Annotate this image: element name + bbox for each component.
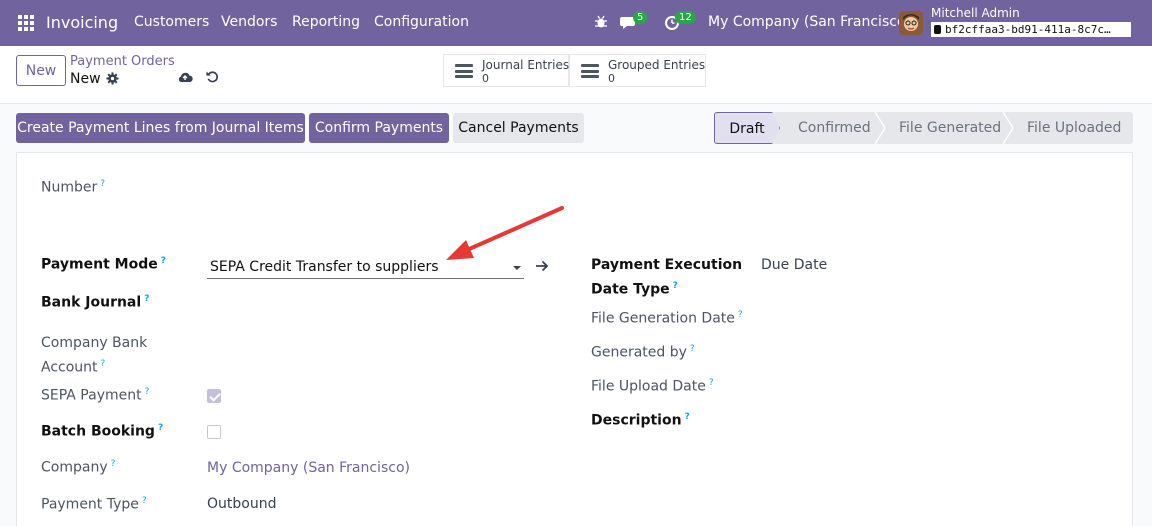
file-generation-date-label: File Generation Date? [591,310,743,327]
stage-separator [1002,112,1014,144]
chevron-down-icon[interactable] [513,266,521,270]
form-sheet: Number? Payment Mode? SEPA Credit Transf… [16,152,1133,526]
stage-draft[interactable]: Draft [714,112,780,144]
stage-confirmed[interactable]: Confirmed [798,112,871,144]
help-icon[interactable]: ? [101,359,106,369]
control-panel: New Payment Orders New Journal Entries 0… [0,46,1152,104]
grouped-entries-smart-button[interactable]: Grouped Entries 0 [569,54,706,87]
user-name[interactable]: Mitchell Admin [931,6,1020,20]
sepa-payment-label: SEPA Payment? [41,387,150,404]
stage-separator [874,112,886,144]
help-icon[interactable]: ? [145,387,150,397]
stage-file-uploaded[interactable]: File Uploaded [1027,112,1121,144]
database-name: bf2cffaa3-bd91-411a-8c7c… [931,22,1131,37]
smart-button-count: 0 [608,72,615,85]
payment-mode-label: Payment Mode? [41,256,166,273]
menu-customers[interactable]: Customers [134,14,209,30]
journal-entries-smart-button[interactable]: Journal Entries 0 [443,54,569,87]
smart-button-label: Grouped Entries [608,58,706,72]
apps-menu-icon[interactable] [18,15,34,31]
user-avatar[interactable] [899,11,923,35]
menu-vendors[interactable]: Vendors [221,14,277,30]
payment-type-label: Payment Type? [41,496,147,513]
payment-execution-date-type-value[interactable]: Due Date [761,257,827,273]
cancel-payments-button[interactable]: Cancel Payments [453,113,584,143]
help-icon[interactable]: ? [690,344,695,354]
status-bar: Draft Confirmed File Generated File Uplo… [714,112,1133,144]
menu-configuration[interactable]: Configuration [374,14,469,30]
messages-badge: 5 [633,11,648,24]
database-name-text: bf2cffaa3-bd91-411a-8c7c… [945,23,1111,36]
payment-mode-value: SEPA Credit Transfer to suppliers [210,259,439,275]
help-icon[interactable]: ? [111,459,116,469]
list-icon [455,64,473,78]
company-switcher[interactable]: My Company (San Francisco) [708,14,911,30]
database-icon [934,25,941,34]
activities-badge: 12 [675,11,696,24]
bank-journal-label: Bank Journal? [41,294,150,311]
company-label: Company? [41,459,116,476]
payment-execution-date-type-label: Payment Execution Date Type? [591,257,743,298]
batch-booking-checkbox[interactable] [207,425,221,439]
create-payment-lines-button[interactable]: Create Payment Lines from Journal Items [16,113,305,143]
gear-icon[interactable] [106,72,119,85]
batch-booking-label: Batch Booking? [41,423,164,440]
help-icon[interactable]: ? [158,423,163,433]
company-bank-account-label: Company Bank Account? [41,335,148,376]
payment-type-value: Outbound [207,496,277,512]
help-icon[interactable]: ? [685,412,690,422]
annotation-arrow-icon [446,206,564,260]
company-value-link[interactable]: My Company (San Francisco) [207,460,410,476]
debug-bug-icon[interactable] [594,15,608,29]
stage-file-generated[interactable]: File Generated [899,112,1001,144]
new-button[interactable]: New [16,55,66,86]
app-brand[interactable]: Invoicing [46,13,118,32]
breadcrumb-payment-orders[interactable]: Payment Orders [70,54,175,69]
sepa-payment-checkbox[interactable] [207,389,221,403]
help-icon[interactable]: ? [161,256,166,266]
help-icon[interactable]: ? [709,378,714,388]
list-icon [581,64,599,78]
confirm-payments-button[interactable]: Confirm Payments [309,113,449,143]
save-cloud-icon[interactable] [177,70,193,83]
discard-undo-icon[interactable] [206,70,219,83]
smart-button-label: Journal Entries [482,58,570,72]
number-label: Number? [41,179,106,196]
help-icon[interactable]: ? [144,294,149,304]
smart-button-count: 0 [482,72,489,85]
help-icon[interactable]: ? [142,496,147,506]
generated-by-label: Generated by? [591,344,695,361]
help-icon[interactable]: ? [738,310,743,320]
help-icon[interactable]: ? [100,179,105,189]
menu-reporting[interactable]: Reporting [292,14,360,30]
file-upload-date-label: File Upload Date? [591,378,714,395]
help-icon[interactable]: ? [673,281,678,291]
top-navbar: Invoicing Customers Vendors Reporting Co… [0,0,1152,46]
breadcrumb-current: New [70,71,101,87]
description-label: Description? [591,412,690,429]
